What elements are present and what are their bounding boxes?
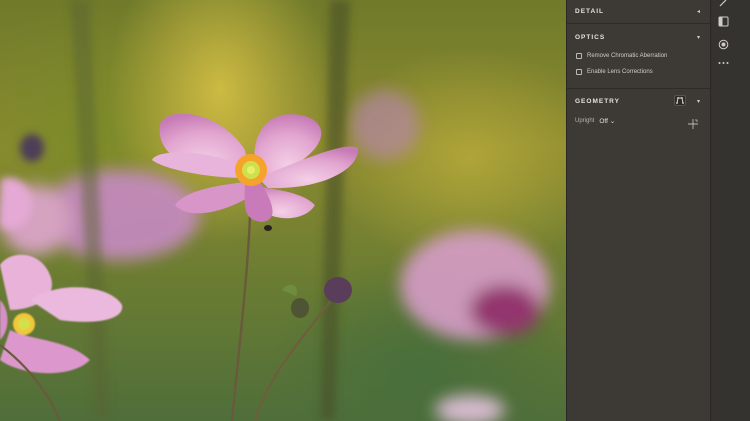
optics-section-header[interactable]: OPTICS ▾ (567, 26, 710, 48)
divider (567, 88, 710, 89)
remove-chromatic-aberration-label: Remove Chromatic Aberration (587, 53, 668, 59)
detail-expand-arrow-icon[interactable]: ◂ (697, 8, 700, 15)
right-toolbar (710, 0, 750, 421)
detail-section-header[interactable]: DETAIL ◂ (567, 0, 710, 22)
flower-photo (0, 0, 550, 421)
radial-filter-icon (718, 39, 728, 49)
crosshair-icon (688, 119, 698, 129)
upright-value: Off (599, 118, 608, 125)
guided-upright-tool-button[interactable] (674, 95, 686, 106)
photo-canvas[interactable] (0, 0, 566, 421)
detail-title: DETAIL (575, 7, 604, 15)
presets-tool[interactable] (717, 15, 729, 27)
divider (567, 23, 710, 24)
remove-chromatic-aberration-option[interactable]: Remove Chromatic Aberration (576, 53, 667, 59)
upright-dropdown[interactable]: Off ⌄ (599, 117, 615, 125)
geometry-crosshair-tool[interactable] (687, 117, 699, 135)
enable-lens-corrections-checkbox[interactable] (576, 69, 582, 75)
upright-row: Upright Off ⌄ (575, 117, 615, 125)
geometry-title: GEOMETRY (575, 97, 620, 105)
brush-tool[interactable] (717, 0, 729, 8)
chevron-down-icon: ⌄ (609, 118, 616, 125)
presets-panel-icon (718, 16, 728, 26)
more-dots-icon (718, 62, 728, 64)
enable-lens-corrections-label: Enable Lens Corrections (587, 69, 653, 75)
geometry-section-header[interactable]: GEOMETRY ▾ (567, 90, 710, 112)
more-options-button[interactable] (717, 57, 729, 69)
edit-panel: DETAIL ◂ OPTICS ▾ Remove Chromatic Aberr… (566, 0, 710, 421)
brush-icon (719, 0, 727, 7)
geometry-collapse-arrow-icon[interactable]: ▾ (697, 98, 700, 105)
optics-title: OPTICS (575, 33, 606, 41)
optics-collapse-arrow-icon[interactable]: ▾ (697, 34, 700, 41)
enable-lens-corrections-option[interactable]: Enable Lens Corrections (576, 69, 653, 75)
remove-chromatic-aberration-checkbox[interactable] (576, 53, 582, 59)
guided-upright-icon (676, 97, 684, 104)
upright-label: Upright (575, 118, 595, 124)
radial-tool[interactable] (717, 38, 729, 50)
